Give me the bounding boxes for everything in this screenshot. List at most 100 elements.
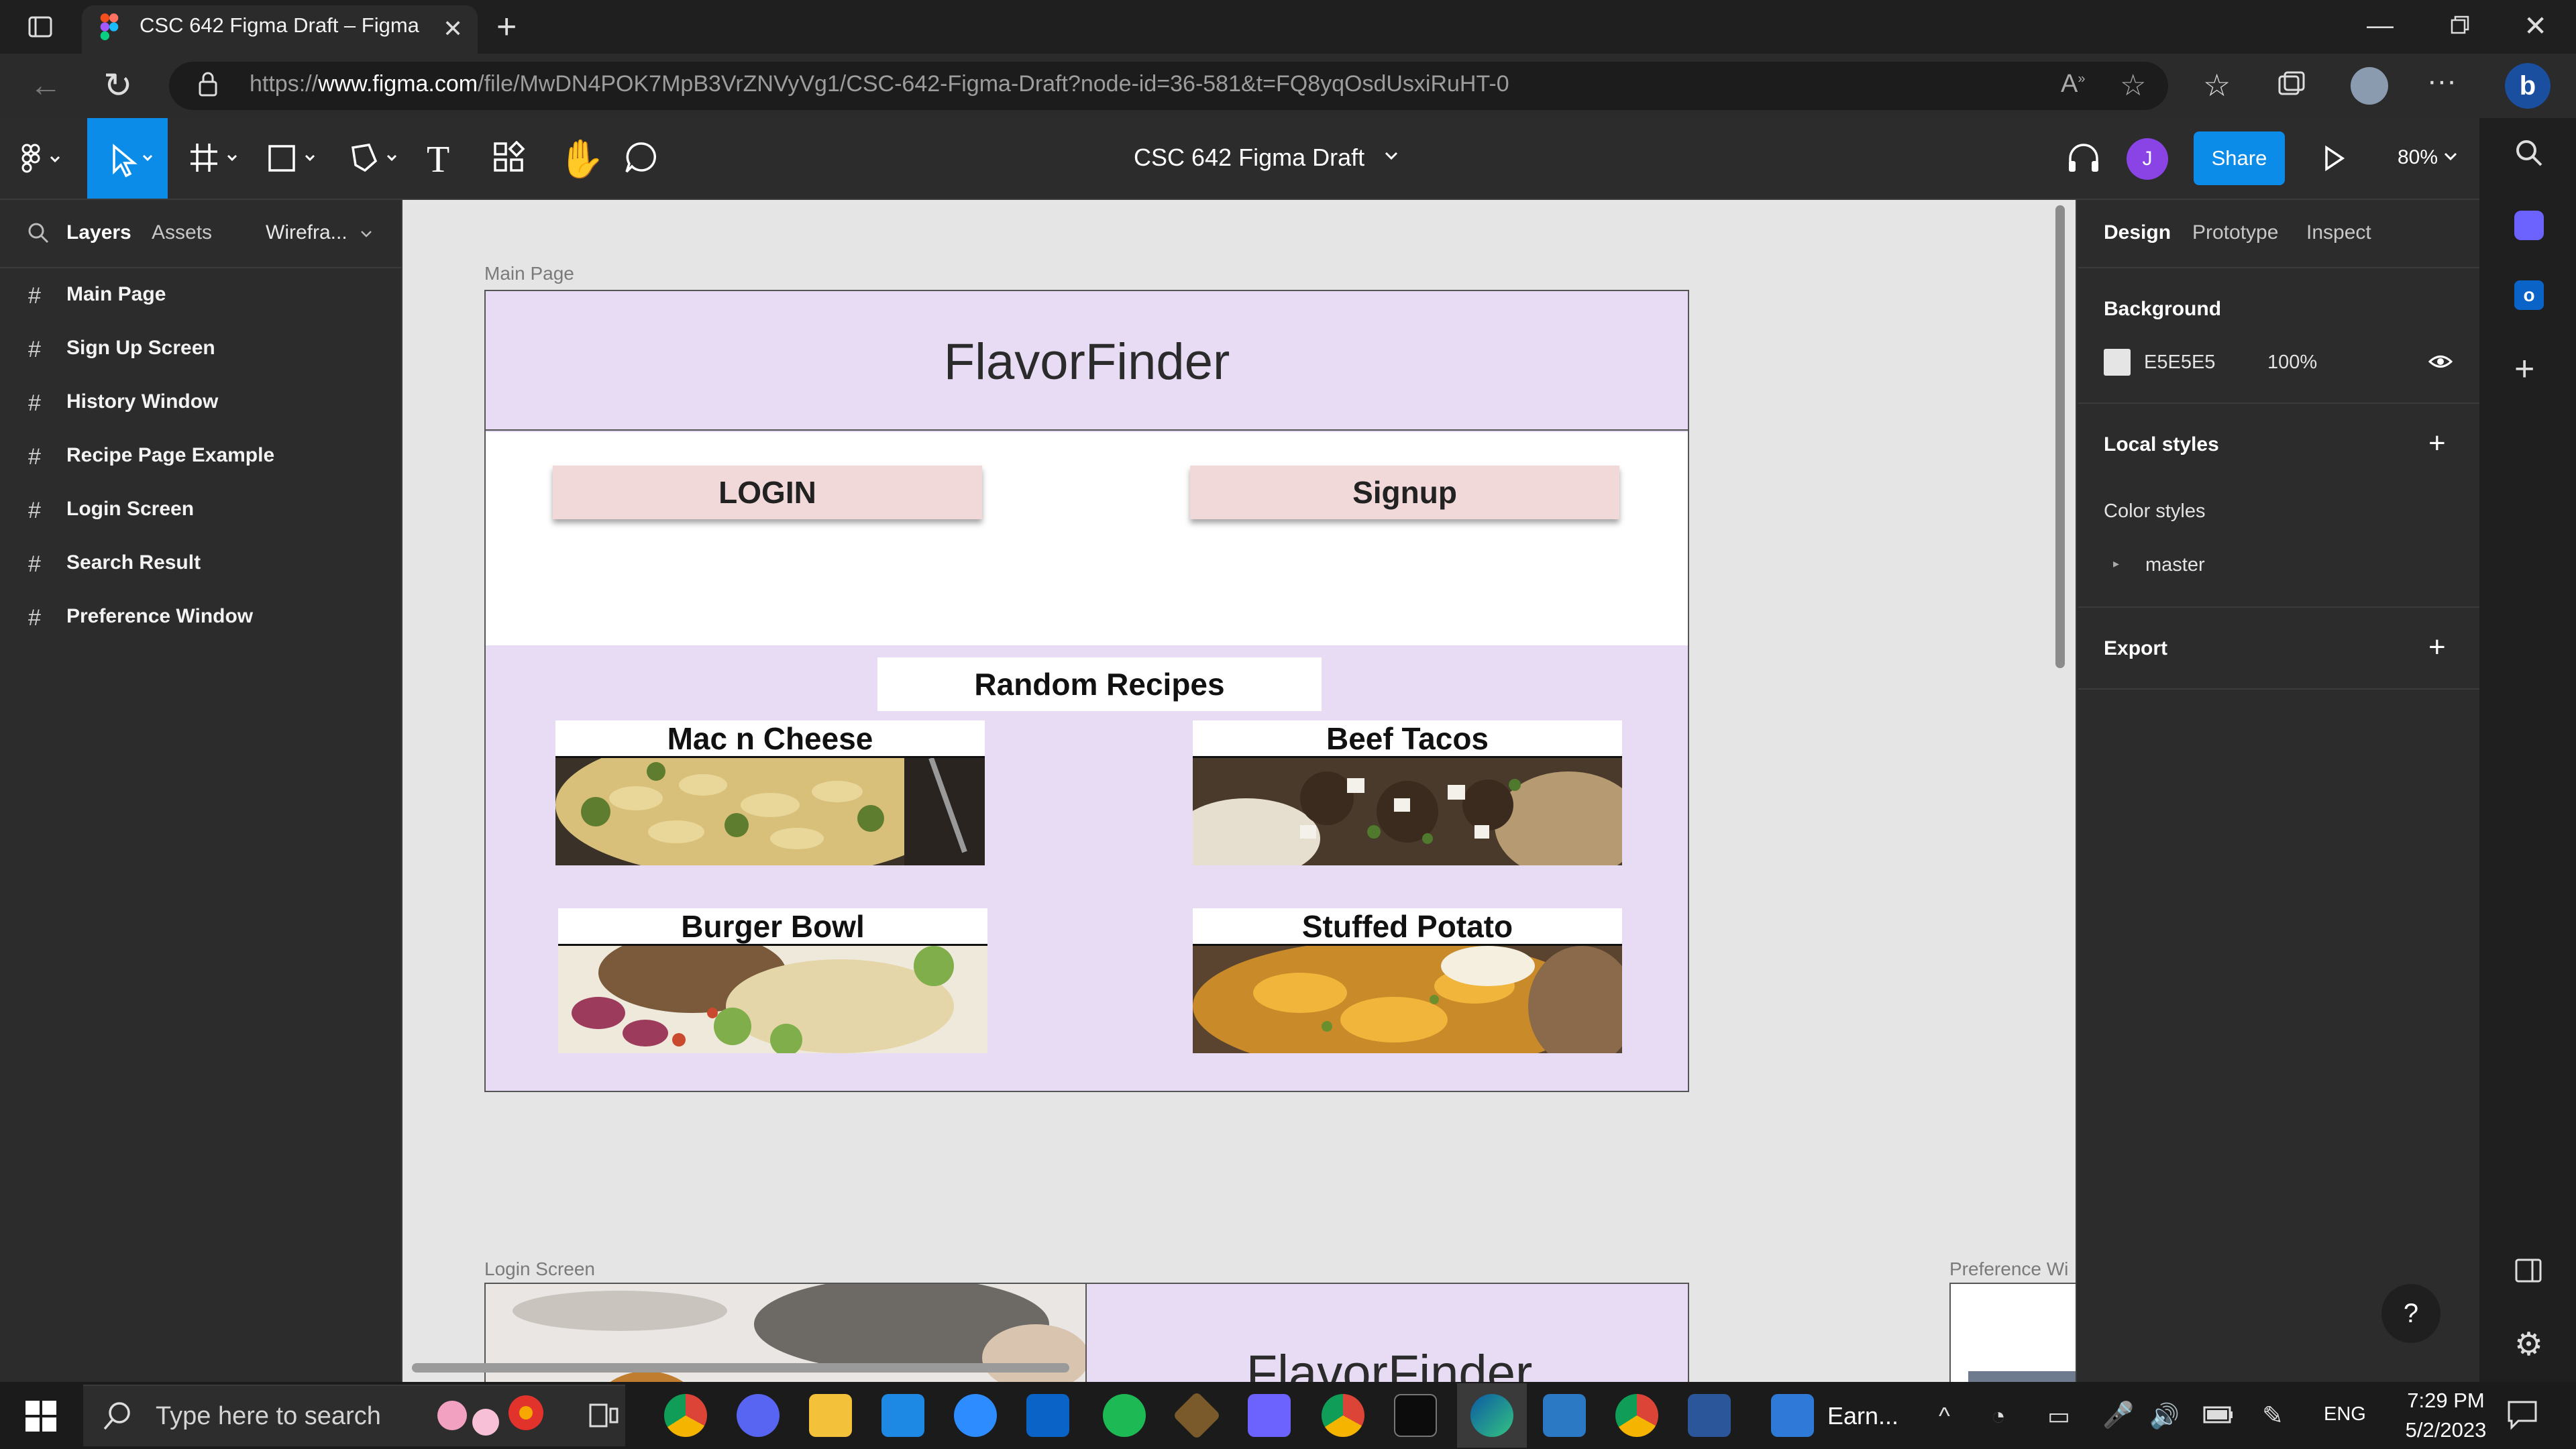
- zoom-chevron-down-icon[interactable]: [2443, 149, 2458, 164]
- recipe-card[interactable]: Stuffed Potato: [1193, 908, 1622, 1053]
- clock-date[interactable]: 5/2/2023: [2379, 1418, 2513, 1442]
- visual-studio-icon[interactable]: [1248, 1394, 1291, 1437]
- network-icon[interactable]: ◔: [1991, 1402, 2006, 1430]
- more-options-icon[interactable]: ···: [2427, 64, 2457, 98]
- page-selector[interactable]: Wirefra...: [266, 221, 347, 244]
- pen-ink-icon[interactable]: ✎: [2262, 1401, 2284, 1431]
- close-window-icon[interactable]: ✕: [2524, 9, 2547, 42]
- recipe-card[interactable]: Mac n Cheese: [555, 720, 985, 865]
- layer-item-recipe-page-example[interactable]: # Recipe Page Example: [0, 429, 401, 483]
- login-button[interactable]: LOGIN: [553, 466, 982, 519]
- present-play-icon[interactable]: [2322, 145, 2347, 172]
- resources-icon[interactable]: [492, 141, 526, 174]
- copilot-icon[interactable]: [2514, 211, 2544, 240]
- favorites-icon[interactable]: ☆: [2203, 67, 2231, 103]
- frame-label-main-page[interactable]: Main Page: [484, 263, 574, 284]
- figma-menu-icon[interactable]: [21, 144, 62, 173]
- move-tool-button[interactable]: [87, 118, 168, 199]
- background-color-swatch[interactable]: [2104, 349, 2131, 376]
- volume-icon[interactable]: 🔊: [2149, 1402, 2180, 1430]
- document-title[interactable]: CSC 642 Figma Draft: [1134, 144, 1364, 172]
- hide-sidebar-icon[interactable]: [2514, 1257, 2542, 1284]
- frame-tool-icon[interactable]: [189, 141, 246, 174]
- add-favorite-icon[interactable]: ☆: [2120, 68, 2146, 103]
- hand-tool-icon[interactable]: ✋: [558, 137, 605, 181]
- audio-headphones-icon[interactable]: [2066, 142, 2101, 174]
- add-local-style-icon[interactable]: +: [2428, 427, 2446, 460]
- search-icon[interactable]: [2514, 138, 2544, 168]
- tab-design[interactable]: Design: [2104, 221, 2171, 244]
- tab-actions-icon[interactable]: [27, 13, 54, 40]
- visibility-eye-icon[interactable]: [2428, 352, 2453, 372]
- tab-inspect[interactable]: Inspect: [2306, 221, 2371, 244]
- background-opacity[interactable]: 100%: [2267, 352, 2317, 374]
- new-tab-icon[interactable]: +: [496, 7, 517, 47]
- collections-icon[interactable]: [2277, 70, 2306, 97]
- user-avatar[interactable]: J: [2127, 138, 2168, 180]
- profile-avatar[interactable]: [2351, 67, 2388, 105]
- back-icon[interactable]: ←: [30, 67, 62, 104]
- layer-item-sign-up-screen[interactable]: # Sign Up Screen: [0, 322, 401, 376]
- spotify-icon[interactable]: [1103, 1394, 1146, 1437]
- add-export-icon[interactable]: +: [2428, 631, 2446, 664]
- caret-right-icon[interactable]: ▸: [2113, 557, 2119, 571]
- url-text[interactable]: https://www.figma.com/file/MwDN4POK7MpB3…: [250, 71, 1509, 97]
- tab-assets[interactable]: Assets: [152, 221, 212, 244]
- terminal-icon[interactable]: [1394, 1394, 1437, 1437]
- chrome-alt-icon[interactable]: [1615, 1394, 1658, 1437]
- refresh-icon[interactable]: ↻: [103, 66, 133, 106]
- layer-item-preference-window[interactable]: # Preference Window: [0, 590, 401, 644]
- layer-item-history-window[interactable]: # History Window: [0, 376, 401, 429]
- chevron-down-icon[interactable]: [1383, 148, 1399, 164]
- pen-tool-icon[interactable]: [349, 141, 405, 174]
- tab-close-icon[interactable]: ✕: [443, 15, 463, 43]
- recipe-card[interactable]: Beef Tacos: [1193, 720, 1622, 865]
- clock-time[interactable]: 7:29 PM: [2379, 1389, 2513, 1413]
- recipe-card[interactable]: Burger Bowl: [558, 908, 987, 1053]
- canvas-horizontal-scrollbar[interactable]: [412, 1363, 1069, 1373]
- task-view-icon[interactable]: [588, 1399, 620, 1432]
- outlook-icon[interactable]: o: [2514, 280, 2544, 310]
- meet-now-icon[interactable]: ▭: [2047, 1402, 2070, 1430]
- settings-gear-icon[interactable]: ⚙: [2514, 1326, 2543, 1363]
- frame-label-preference[interactable]: Preference Wi: [1949, 1258, 2068, 1280]
- text-tool-icon[interactable]: T: [427, 138, 449, 181]
- comment-tool-icon[interactable]: [624, 141, 659, 174]
- word-icon[interactable]: [1688, 1394, 1731, 1437]
- edge-icon[interactable]: [1470, 1394, 1513, 1437]
- shape-tool-icon[interactable]: [267, 141, 323, 174]
- notifications-icon[interactable]: [2506, 1398, 2538, 1430]
- signup-button[interactable]: Signup: [1190, 466, 1619, 519]
- document-app-icon[interactable]: [1771, 1394, 1814, 1437]
- search-layers-icon[interactable]: [27, 221, 50, 244]
- help-icon[interactable]: ?: [2381, 1284, 2440, 1343]
- taskbar-app-label[interactable]: Earn...: [1827, 1402, 1898, 1430]
- frame-label-login-screen[interactable]: Login Screen: [484, 1258, 595, 1280]
- canvas-vertical-scrollbar[interactable]: [2055, 205, 2065, 668]
- bing-chat-icon[interactable]: b: [2505, 63, 2551, 109]
- layer-item-main-page[interactable]: # Main Page: [0, 268, 401, 322]
- tab-prototype[interactable]: Prototype: [2192, 221, 2278, 244]
- discord-icon[interactable]: [737, 1394, 780, 1437]
- chrome-profile-icon[interactable]: [1322, 1394, 1364, 1437]
- share-button[interactable]: Share: [2194, 131, 2285, 185]
- outlook-taskbar-icon[interactable]: [1026, 1394, 1069, 1437]
- show-hidden-icons-chevron[interactable]: ^: [1939, 1402, 1950, 1430]
- restore-icon[interactable]: [2450, 15, 2470, 35]
- file-explorer-icon[interactable]: [809, 1394, 852, 1437]
- lock-icon[interactable]: [197, 71, 219, 98]
- page-chevron-down-icon[interactable]: [360, 227, 373, 240]
- vscode-icon[interactable]: [881, 1394, 924, 1437]
- language-indicator[interactable]: ENG: [2324, 1403, 2366, 1426]
- background-color-hex[interactable]: E5E5E5: [2144, 352, 2215, 374]
- microphone-icon[interactable]: 🎤: [2102, 1401, 2134, 1430]
- minimize-icon[interactable]: —: [2367, 11, 2394, 41]
- photos-icon[interactable]: [1543, 1394, 1586, 1437]
- taskbar-search-icon[interactable]: [102, 1401, 133, 1432]
- read-aloud-icon[interactable]: A»: [2061, 70, 2085, 99]
- tab-layers[interactable]: Layers: [66, 221, 131, 244]
- flowers-highlight-icon[interactable]: [432, 1389, 559, 1442]
- zoom-level[interactable]: 80%: [2398, 146, 2438, 169]
- windows-start-icon[interactable]: [25, 1401, 56, 1432]
- main-page-frame[interactable]: FlavorFinder LOGIN Signup Random Recipes…: [484, 290, 1689, 1092]
